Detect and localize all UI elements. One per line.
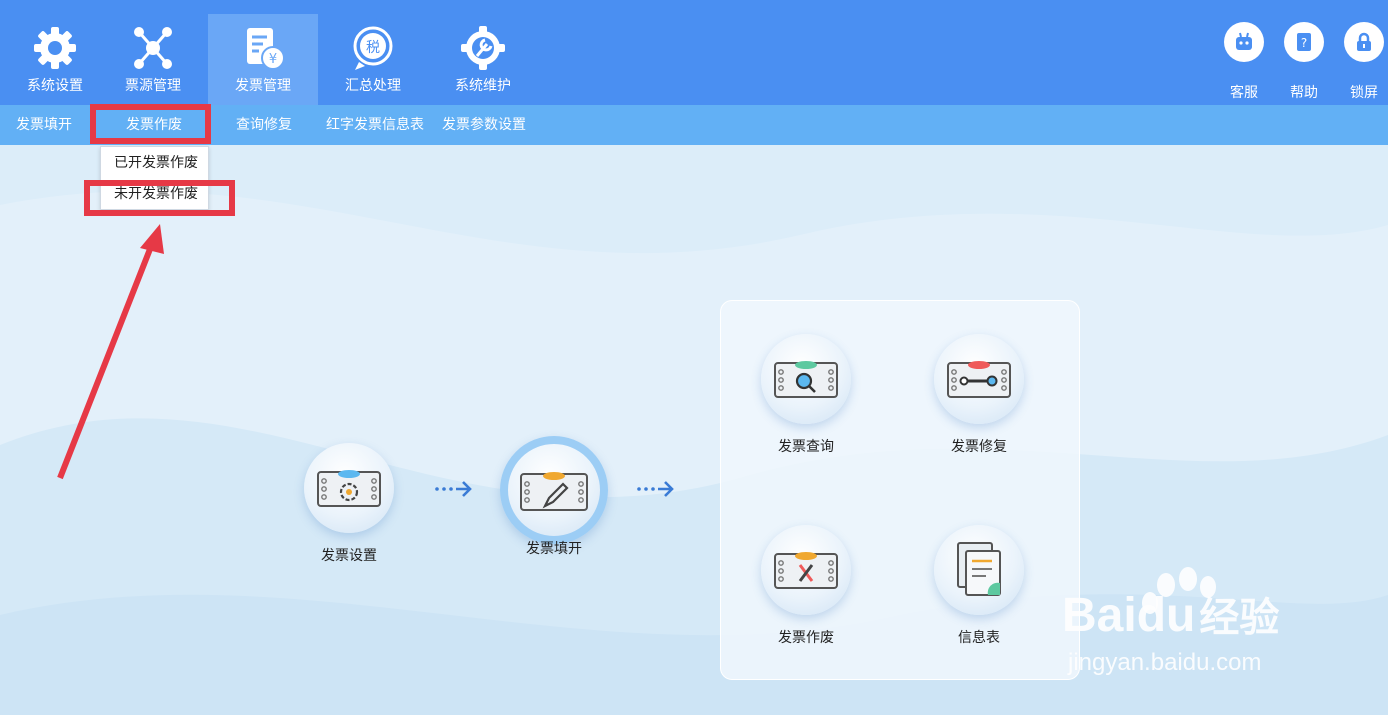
lock-icon [1344, 22, 1384, 62]
help-label: 帮助 [1290, 85, 1318, 101]
invoice-search-icon [761, 334, 851, 424]
annotation-box-submenu [90, 104, 211, 144]
panel-item-invoice-query[interactable]: 发票查询 [751, 334, 861, 456]
maintenance-icon [461, 26, 505, 70]
panel-item-invoice-repair[interactable]: 发票修复 [924, 334, 1034, 456]
toolbar-item-system-settings[interactable]: 系统设置 [0, 14, 110, 105]
help-button[interactable]: ? 帮助 [1274, 22, 1334, 102]
customer-service-button[interactable]: 客服 [1214, 22, 1274, 102]
info-sheet-icon [934, 525, 1024, 615]
svg-text:¥: ¥ [269, 52, 277, 67]
watermark-cn: 经验 [1199, 596, 1280, 640]
main-toolbar: 系统设置 票源管理 ¥ 发票管理 税 汇总处理 系统维护 客服 ? 帮助 锁屏 [0, 0, 1388, 105]
panel-item-label: 信息表 [958, 630, 1000, 646]
toolbar-item-label: 发票管理 [235, 78, 291, 94]
lock-screen-button[interactable]: 锁屏 [1334, 22, 1388, 102]
toolbar-item-label: 汇总处理 [345, 78, 401, 94]
robot-icon [1224, 22, 1264, 62]
flow-node-invoice-settings[interactable]: 发票设置 [294, 443, 404, 565]
toolbar-item-ticket-source[interactable]: 票源管理 [98, 14, 208, 105]
help-book-icon: ? [1284, 22, 1324, 62]
toolbar-item-label: 系统维护 [455, 78, 511, 94]
flow-node-label: 发票填开 [526, 541, 582, 557]
panel-item-label: 发票作废 [778, 630, 834, 646]
network-icon [134, 27, 172, 69]
flow-arrow-icon [637, 481, 674, 497]
customer-service-label: 客服 [1230, 85, 1258, 101]
submenu-item-invoice-params[interactable]: 发票参数设置 [442, 105, 526, 145]
flow-node-label: 发票设置 [321, 548, 377, 564]
flow-arrow-icon [435, 481, 472, 497]
annotation-box-dropdown [84, 180, 235, 216]
invoice-void-icon [761, 525, 851, 615]
toolbar-item-label: 系统设置 [27, 78, 83, 94]
panel-item-invoice-void[interactable]: 发票作废 [751, 525, 861, 647]
invoice-settings-icon [304, 443, 394, 533]
svg-text:税: 税 [366, 40, 380, 56]
invoice-icon: ¥ [247, 28, 285, 70]
watermark-brand-du: du [1136, 589, 1196, 642]
invoice-repair-icon [934, 334, 1024, 424]
baidu-watermark: Baidu 经验 jingyan.baidu.com [1062, 565, 1382, 685]
tax-summary-icon: 税 [353, 26, 393, 70]
svg-text:?: ? [1301, 36, 1307, 50]
toolbar-item-invoice-management[interactable]: ¥ 发票管理 [208, 14, 318, 105]
invoice-edit-icon [500, 436, 608, 544]
lock-screen-label: 锁屏 [1350, 85, 1378, 101]
gear-icon [34, 27, 76, 69]
watermark-url: jingyan.baidu.com [1068, 649, 1262, 676]
window-title-strip [0, 0, 1388, 6]
toolbar-item-summary[interactable]: 税 汇总处理 [318, 14, 428, 105]
toolbar-item-system-maintenance[interactable]: 系统维护 [428, 14, 538, 105]
submenu-item-red-invoice-info[interactable]: 红字发票信息表 [326, 105, 424, 145]
annotation-arrow [57, 224, 164, 480]
panel-item-label: 发票查询 [778, 439, 834, 455]
flow-node-invoice-issue[interactable]: 发票填开 [499, 436, 609, 558]
submenu-item-query-repair[interactable]: 查询修复 [236, 105, 292, 145]
panel-item-label: 发票修复 [951, 439, 1007, 455]
dropdown-item-issued-void[interactable]: 已开发票作废 [101, 147, 208, 178]
toolbar-item-label: 票源管理 [125, 78, 181, 94]
panel-item-info-sheet[interactable]: 信息表 [924, 525, 1034, 647]
submenu-item-invoice-issue[interactable]: 发票填开 [16, 105, 72, 145]
watermark-brand: Bai [1062, 589, 1137, 642]
